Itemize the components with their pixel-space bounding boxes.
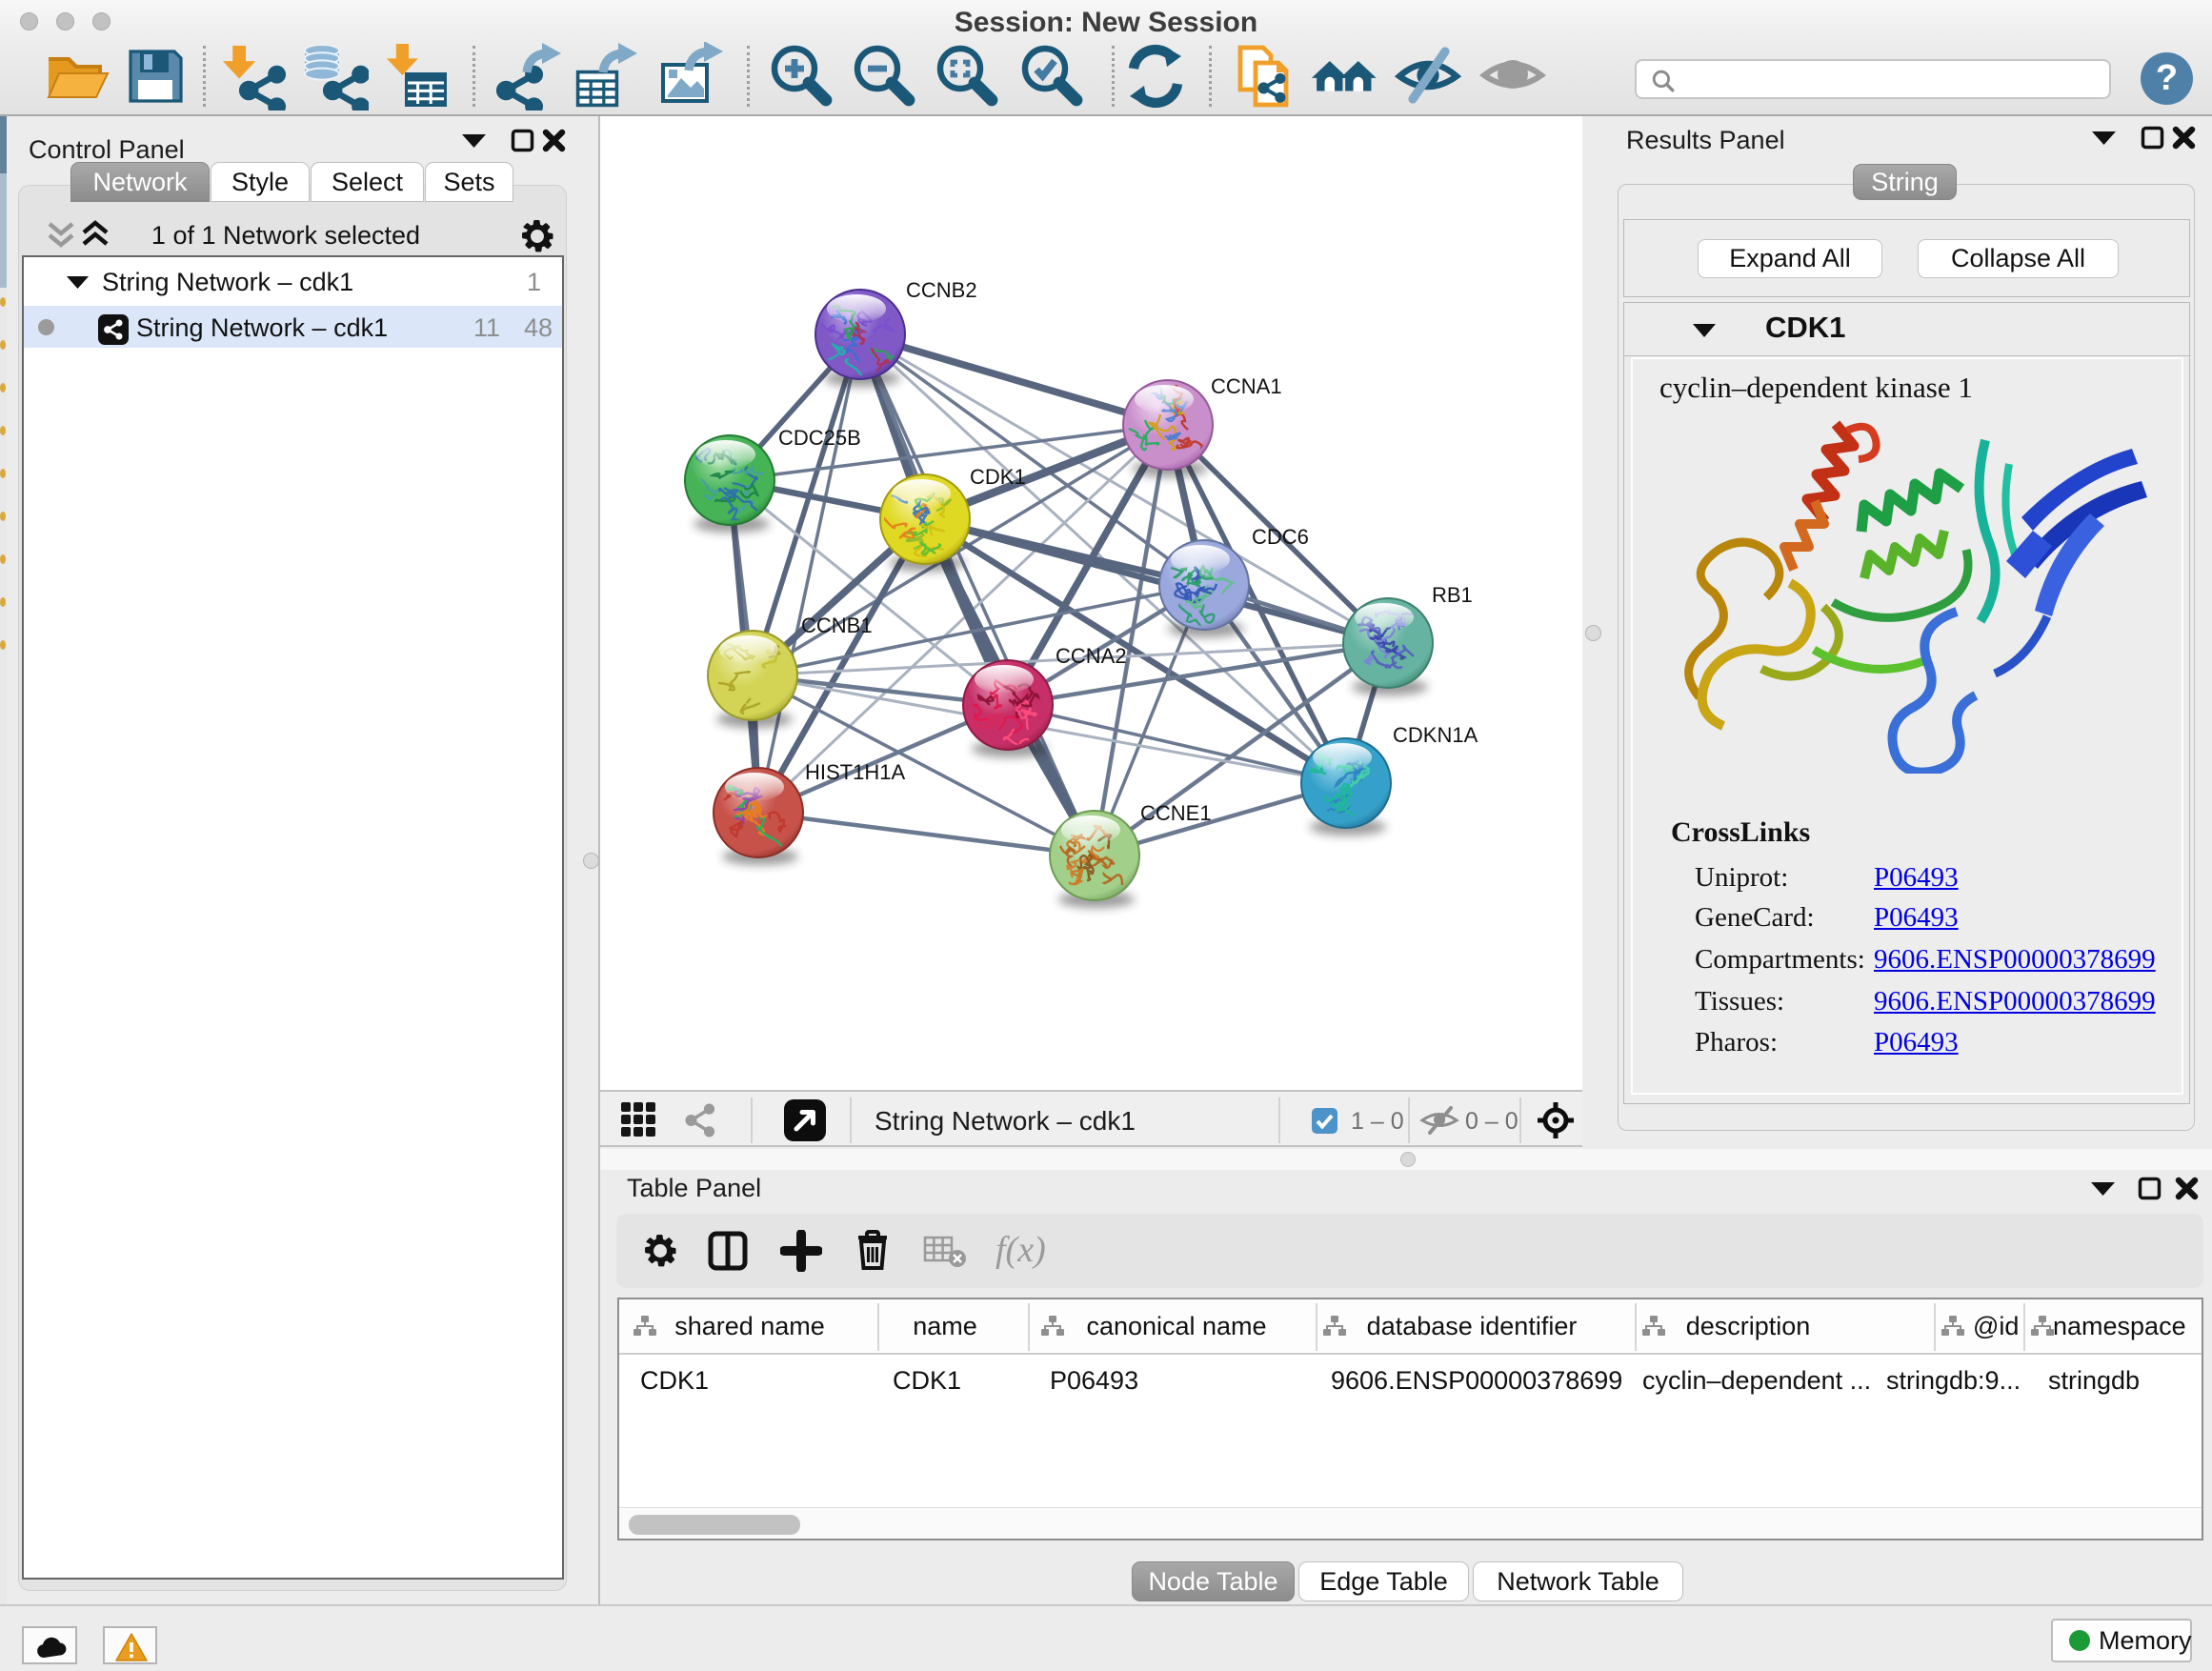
svg-text:HIST1H1A: HIST1H1A (805, 760, 905, 784)
svg-text:CCNA1: CCNA1 (1211, 374, 1282, 398)
svg-text:CDK1: CDK1 (970, 465, 1026, 489)
svg-text:CDC6: CDC6 (1252, 525, 1309, 549)
svg-text:CCNB1: CCNB1 (801, 614, 873, 637)
svg-text:CCNA2: CCNA2 (1056, 644, 1127, 668)
svg-text:RB1: RB1 (1432, 583, 1473, 607)
svg-text:CDKN1A: CDKN1A (1393, 723, 1478, 747)
svg-text:CCNB2: CCNB2 (906, 278, 977, 302)
svg-text:CCNE1: CCNE1 (1140, 801, 1212, 825)
svg-text:CDC25B: CDC25B (778, 426, 861, 450)
